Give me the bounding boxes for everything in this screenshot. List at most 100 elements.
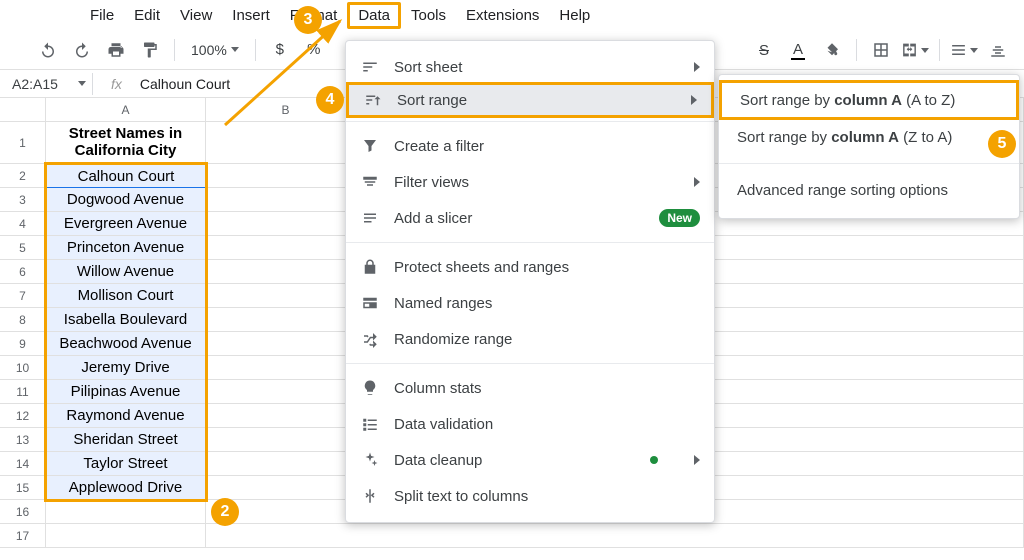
valign-icon bbox=[989, 41, 1007, 59]
menu-view[interactable]: View bbox=[170, 3, 222, 28]
cell[interactable]: Willow Avenue bbox=[46, 260, 206, 284]
row-header[interactable]: 1 bbox=[0, 122, 46, 164]
menu-filter-views[interactable]: Filter views bbox=[346, 164, 714, 200]
cell[interactable]: Princeton Avenue bbox=[46, 236, 206, 260]
menu-help[interactable]: Help bbox=[549, 3, 600, 28]
row-header[interactable]: 8 bbox=[0, 308, 46, 332]
cell-a1[interactable]: Street Names in California City bbox=[46, 122, 206, 164]
print-button[interactable] bbox=[102, 36, 130, 64]
menu-create-filter[interactable]: Create a filter bbox=[346, 128, 714, 164]
menu-item-label: Sort range by column A (A to Z) bbox=[740, 92, 955, 109]
menu-data[interactable]: Data bbox=[347, 2, 401, 29]
cell[interactable]: Beachwood Avenue bbox=[46, 332, 206, 356]
row-header[interactable]: 17 bbox=[0, 524, 46, 548]
redo-button[interactable] bbox=[68, 36, 96, 64]
menu-extensions[interactable]: Extensions bbox=[456, 3, 549, 28]
valign-button[interactable] bbox=[984, 36, 1012, 64]
borders-button[interactable] bbox=[867, 36, 895, 64]
currency-button[interactable]: $ bbox=[266, 36, 294, 64]
menu-tools[interactable]: Tools bbox=[401, 3, 456, 28]
sparkle-icon bbox=[360, 450, 380, 470]
cell[interactable] bbox=[46, 524, 206, 548]
cell[interactable]: Mollison Court bbox=[46, 284, 206, 308]
menu-data-validation[interactable]: Data validation bbox=[346, 406, 714, 442]
cell[interactable] bbox=[46, 500, 206, 524]
row-header[interactable]: 4 bbox=[0, 212, 46, 236]
menu-data-cleanup[interactable]: Data cleanup bbox=[346, 442, 714, 478]
menu-split-text[interactable]: Split text to columns bbox=[346, 478, 714, 514]
cell[interactable]: Sheridan Street bbox=[46, 428, 206, 452]
row-header[interactable]: 14 bbox=[0, 452, 46, 476]
submenu-sort-za[interactable]: Sort range by column A (Z to A) bbox=[719, 117, 1019, 157]
menu-item-label: Column stats bbox=[394, 380, 700, 397]
checklist-icon bbox=[360, 414, 380, 434]
shuffle-icon bbox=[360, 329, 380, 349]
row-header[interactable]: 5 bbox=[0, 236, 46, 260]
row-header[interactable]: 2 bbox=[0, 164, 46, 188]
row-header[interactable]: 7 bbox=[0, 284, 46, 308]
menu-sort-sheet[interactable]: Sort sheet bbox=[346, 49, 714, 85]
menu-insert[interactable]: Insert bbox=[222, 3, 280, 28]
row-header[interactable]: 6 bbox=[0, 260, 46, 284]
fill-color-button[interactable] bbox=[818, 36, 846, 64]
menu-column-stats[interactable]: Column stats bbox=[346, 370, 714, 406]
menu-item-label: Named ranges bbox=[394, 295, 700, 312]
cell[interactable]: Evergreen Avenue bbox=[46, 212, 206, 236]
undo-button[interactable] bbox=[34, 36, 62, 64]
menu-edit[interactable]: Edit bbox=[124, 3, 170, 28]
submenu-sort-az[interactable]: Sort range by column A (A to Z) bbox=[719, 80, 1019, 120]
align-icon bbox=[950, 41, 967, 59]
cell[interactable]: Jeremy Drive bbox=[46, 356, 206, 380]
row-header[interactable]: 3 bbox=[0, 188, 46, 212]
menu-named-ranges[interactable]: Named ranges bbox=[346, 285, 714, 321]
chevron-down-icon bbox=[231, 47, 239, 52]
annotation-badge-4: 4 bbox=[316, 86, 344, 114]
name-box[interactable]: A2:A15 bbox=[0, 76, 92, 92]
menu-item-label: Sort sheet bbox=[394, 59, 680, 76]
submenu-arrow-icon bbox=[691, 95, 697, 105]
submenu-arrow-icon bbox=[694, 177, 700, 187]
menu-item-label: Add a slicer bbox=[394, 210, 645, 227]
cell[interactable]: Taylor Street bbox=[46, 452, 206, 476]
status-dot-icon bbox=[650, 456, 658, 464]
submenu-advanced-sort[interactable]: Advanced range sorting options bbox=[719, 170, 1019, 210]
sort-sheet-icon bbox=[360, 57, 380, 77]
submenu-arrow-icon bbox=[694, 62, 700, 72]
row-header[interactable]: 9 bbox=[0, 332, 46, 356]
row-header[interactable]: 13 bbox=[0, 428, 46, 452]
menu-protect-sheets[interactable]: Protect sheets and ranges bbox=[346, 249, 714, 285]
row-header[interactable]: 12 bbox=[0, 404, 46, 428]
menu-item-label: Data validation bbox=[394, 416, 700, 433]
row-header[interactable]: 10 bbox=[0, 356, 46, 380]
col-header-a[interactable]: A bbox=[46, 98, 206, 121]
cell[interactable]: Raymond Avenue bbox=[46, 404, 206, 428]
strikethrough-button[interactable]: S bbox=[750, 36, 778, 64]
row-header[interactable]: 15 bbox=[0, 476, 46, 500]
cell[interactable]: Dogwood Avenue bbox=[46, 188, 206, 212]
percent-button[interactable]: % bbox=[300, 36, 328, 64]
cell[interactable] bbox=[206, 524, 1024, 548]
row-header[interactable]: 11 bbox=[0, 380, 46, 404]
zoom-selector[interactable]: 100% bbox=[185, 42, 245, 58]
select-all-corner[interactable] bbox=[0, 98, 46, 121]
formula-value[interactable]: Calhoun Court bbox=[140, 76, 230, 92]
menu-sort-range[interactable]: Sort range bbox=[346, 82, 714, 118]
cell[interactable]: Calhoun Court bbox=[46, 164, 206, 188]
text-color-button[interactable]: A bbox=[784, 36, 812, 64]
merge-cells-button[interactable] bbox=[901, 36, 929, 64]
zoom-value: 100% bbox=[191, 42, 227, 58]
menu-add-slicer[interactable]: Add a slicer New bbox=[346, 200, 714, 236]
cell[interactable]: Pilipinas Avenue bbox=[46, 380, 206, 404]
lock-icon bbox=[360, 257, 380, 277]
cell[interactable]: Applewood Drive bbox=[46, 476, 206, 500]
name-box-value: A2:A15 bbox=[12, 76, 58, 92]
cell[interactable]: Isabella Boulevard bbox=[46, 308, 206, 332]
format-paint-button[interactable] bbox=[136, 36, 164, 64]
row-header[interactable]: 16 bbox=[0, 500, 46, 524]
fx-label: fx bbox=[111, 76, 122, 92]
paint-bucket-icon bbox=[823, 41, 841, 59]
align-button[interactable] bbox=[950, 36, 978, 64]
undo-icon bbox=[39, 41, 57, 59]
menu-file[interactable]: File bbox=[80, 3, 124, 28]
menu-randomize-range[interactable]: Randomize range bbox=[346, 321, 714, 357]
